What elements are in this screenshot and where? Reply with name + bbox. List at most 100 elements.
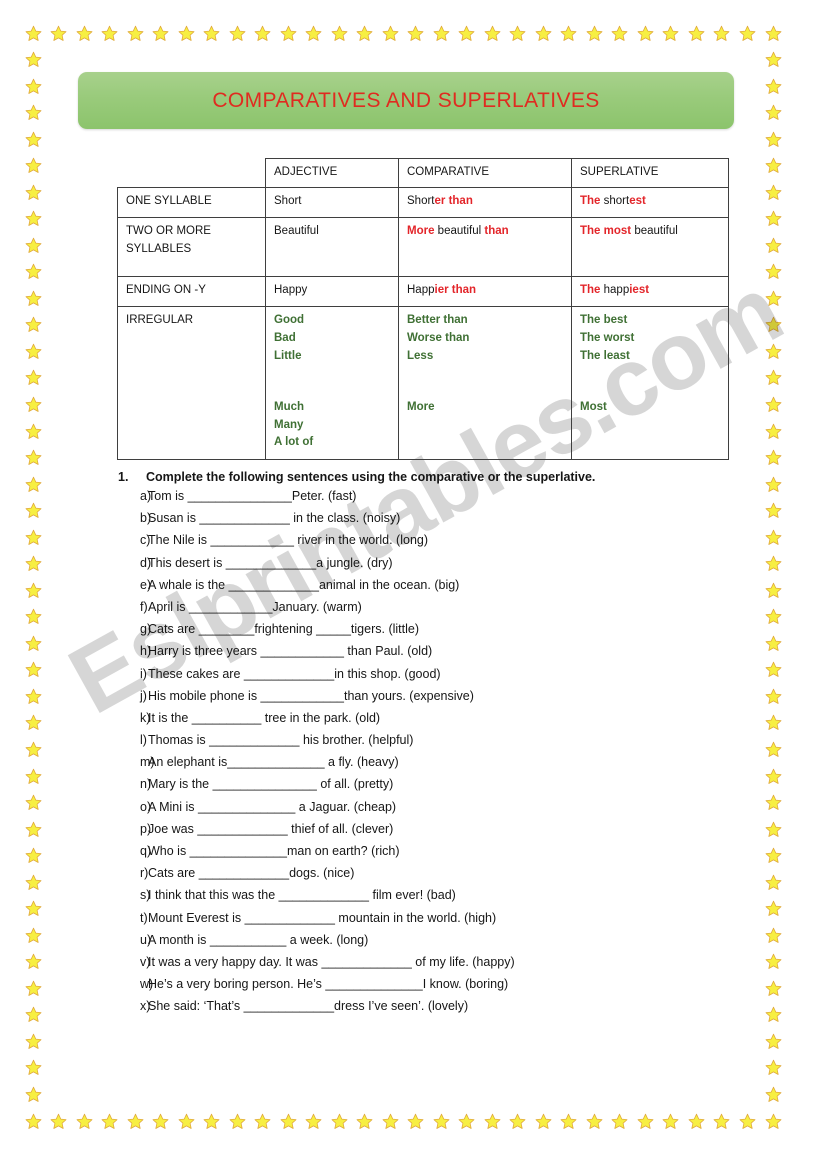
exercise-item-text: An elephant is______________ a fly. (hea… xyxy=(148,755,399,770)
exercise-item-letter: i) xyxy=(140,666,147,681)
cell-spacer xyxy=(407,365,564,398)
column-header-superlative: SUPERLATIVE xyxy=(571,158,729,188)
exercise-item-text: Joe was _____________ thief of all. (cle… xyxy=(148,821,394,836)
star-icon xyxy=(765,131,782,148)
exercise-heading: 1. Complete the following sentences usin… xyxy=(118,470,728,484)
star-icon xyxy=(713,1113,730,1130)
star-icon xyxy=(765,502,782,519)
star-icon xyxy=(382,1113,399,1130)
exercise-item-text: It is the __________ tree in the park. (… xyxy=(148,710,381,725)
star-icon xyxy=(203,1113,220,1130)
exercise-item: s) I think that this was the ____________… xyxy=(118,888,728,910)
star-icon xyxy=(25,953,42,970)
exercise-item-letter: o) xyxy=(140,799,152,814)
star-icon xyxy=(25,316,42,333)
star-icon xyxy=(765,51,782,68)
row-superlative: The shortest xyxy=(571,187,729,218)
star-icon xyxy=(433,25,450,42)
row-category: TWO OR MORE SYLLABLES xyxy=(117,217,266,277)
cell-spacer xyxy=(274,365,391,398)
star-icon xyxy=(765,1006,782,1023)
star-icon xyxy=(25,661,42,678)
star-icon xyxy=(509,1113,526,1130)
exercise-item-text: Thomas is _____________ his brother. (he… xyxy=(148,733,414,748)
star-icon xyxy=(50,25,67,42)
row-adjective: Short xyxy=(265,187,399,218)
title-banner: COMPARATIVES AND SUPERLATIVES xyxy=(78,72,734,129)
exercise-item: e) A whale is the _____________animal in … xyxy=(118,578,728,600)
exercise-item-letter: l) xyxy=(140,733,147,748)
star-icon xyxy=(25,1113,42,1130)
star-icon xyxy=(25,237,42,254)
row-superlative: The happiest xyxy=(571,276,729,307)
star-icon xyxy=(229,25,246,42)
star-icon xyxy=(637,25,654,42)
row-comparative: Shorter than xyxy=(398,187,572,218)
exercise-item-text: A whale is the _____________animal in th… xyxy=(148,577,460,592)
star-icon xyxy=(382,25,399,42)
star-icon xyxy=(178,25,195,42)
exercise-item-letter: u) xyxy=(140,932,152,947)
star-icon xyxy=(765,529,782,546)
exercise-item: c) The Nile is ____________ river in the … xyxy=(118,533,728,555)
row-comparative: Happier than xyxy=(398,276,572,307)
star-icon xyxy=(25,741,42,758)
star-icon xyxy=(152,1113,169,1130)
comparatives-superlatives-table: ADJECTIVE COMPARATIVE SUPERLATIVE ONE SY… xyxy=(117,158,729,460)
star-icon xyxy=(25,423,42,440)
exercise-item-letter: v) xyxy=(140,954,151,969)
exercise-item-text: He’s a very boring person. He’s ________… xyxy=(148,977,509,992)
star-icon xyxy=(25,131,42,148)
star-icon xyxy=(203,25,220,42)
star-icon xyxy=(356,1113,373,1130)
row-adjective: Happy xyxy=(265,276,399,307)
star-icon xyxy=(765,768,782,785)
exercise-item-letter: b) xyxy=(140,511,152,526)
star-icon xyxy=(407,25,424,42)
star-icon xyxy=(305,1113,322,1130)
star-icon xyxy=(765,1113,782,1130)
exercise-item: w) He’s a very boring person. He’s ______… xyxy=(118,977,728,999)
exercise-item-letter: r) xyxy=(140,866,149,881)
star-icon xyxy=(765,343,782,360)
star-icon xyxy=(662,1113,679,1130)
exercise-item-list: a) Tom is _______________Peter. (fast) b) S… xyxy=(118,489,728,1022)
star-icon xyxy=(25,874,42,891)
exercise-item-text: The Nile is ____________ river in the wo… xyxy=(148,533,429,548)
exercise-item-letter: m) xyxy=(140,755,155,770)
exercise-item-letter: t) xyxy=(140,910,148,925)
exercise-item-text: Cats are ________frightening _____tigers… xyxy=(148,622,420,637)
star-icon xyxy=(765,263,782,280)
star-icon xyxy=(25,78,42,95)
star-icon xyxy=(458,1113,475,1130)
star-icon xyxy=(25,980,42,997)
star-icon xyxy=(509,25,526,42)
star-icon xyxy=(76,25,93,42)
exercise-item: j) His mobile phone is ____________than y… xyxy=(118,689,728,711)
exercise-item-letter: c) xyxy=(140,533,151,548)
star-icon xyxy=(76,1113,93,1130)
star-icon xyxy=(765,980,782,997)
star-icon xyxy=(484,25,501,42)
star-icon xyxy=(560,1113,577,1130)
exercise-item: v) It was a very happy day. It was ______… xyxy=(118,955,728,977)
star-icon xyxy=(50,1113,67,1130)
exercise-item: k) It is the __________ tree in the park.… xyxy=(118,711,728,733)
star-icon xyxy=(765,396,782,413)
exercise-item-text: Cats are _____________dogs. (nice) xyxy=(148,866,355,881)
star-icon xyxy=(280,1113,297,1130)
star-icon xyxy=(305,25,322,42)
star-icon xyxy=(586,1113,603,1130)
star-icon xyxy=(688,25,705,42)
star-icon xyxy=(101,25,118,42)
exercise-item-text: April is ____________January. (warm) xyxy=(148,599,362,614)
cell-spacer xyxy=(580,365,721,398)
star-icon xyxy=(765,1033,782,1050)
exercise-item: i) These cakes are _____________in this s… xyxy=(118,667,728,689)
exercise-item-text: A month is ___________ a week. (long) xyxy=(148,932,369,947)
star-icon xyxy=(535,25,552,42)
exercise-item-letter: w) xyxy=(140,977,154,992)
row-adjective: Beautiful xyxy=(265,217,399,277)
exercise-item-text: Harry is three years ____________ than P… xyxy=(148,644,433,659)
exercise-item-text: A Mini is ______________ a Jaguar. (chea… xyxy=(148,799,397,814)
